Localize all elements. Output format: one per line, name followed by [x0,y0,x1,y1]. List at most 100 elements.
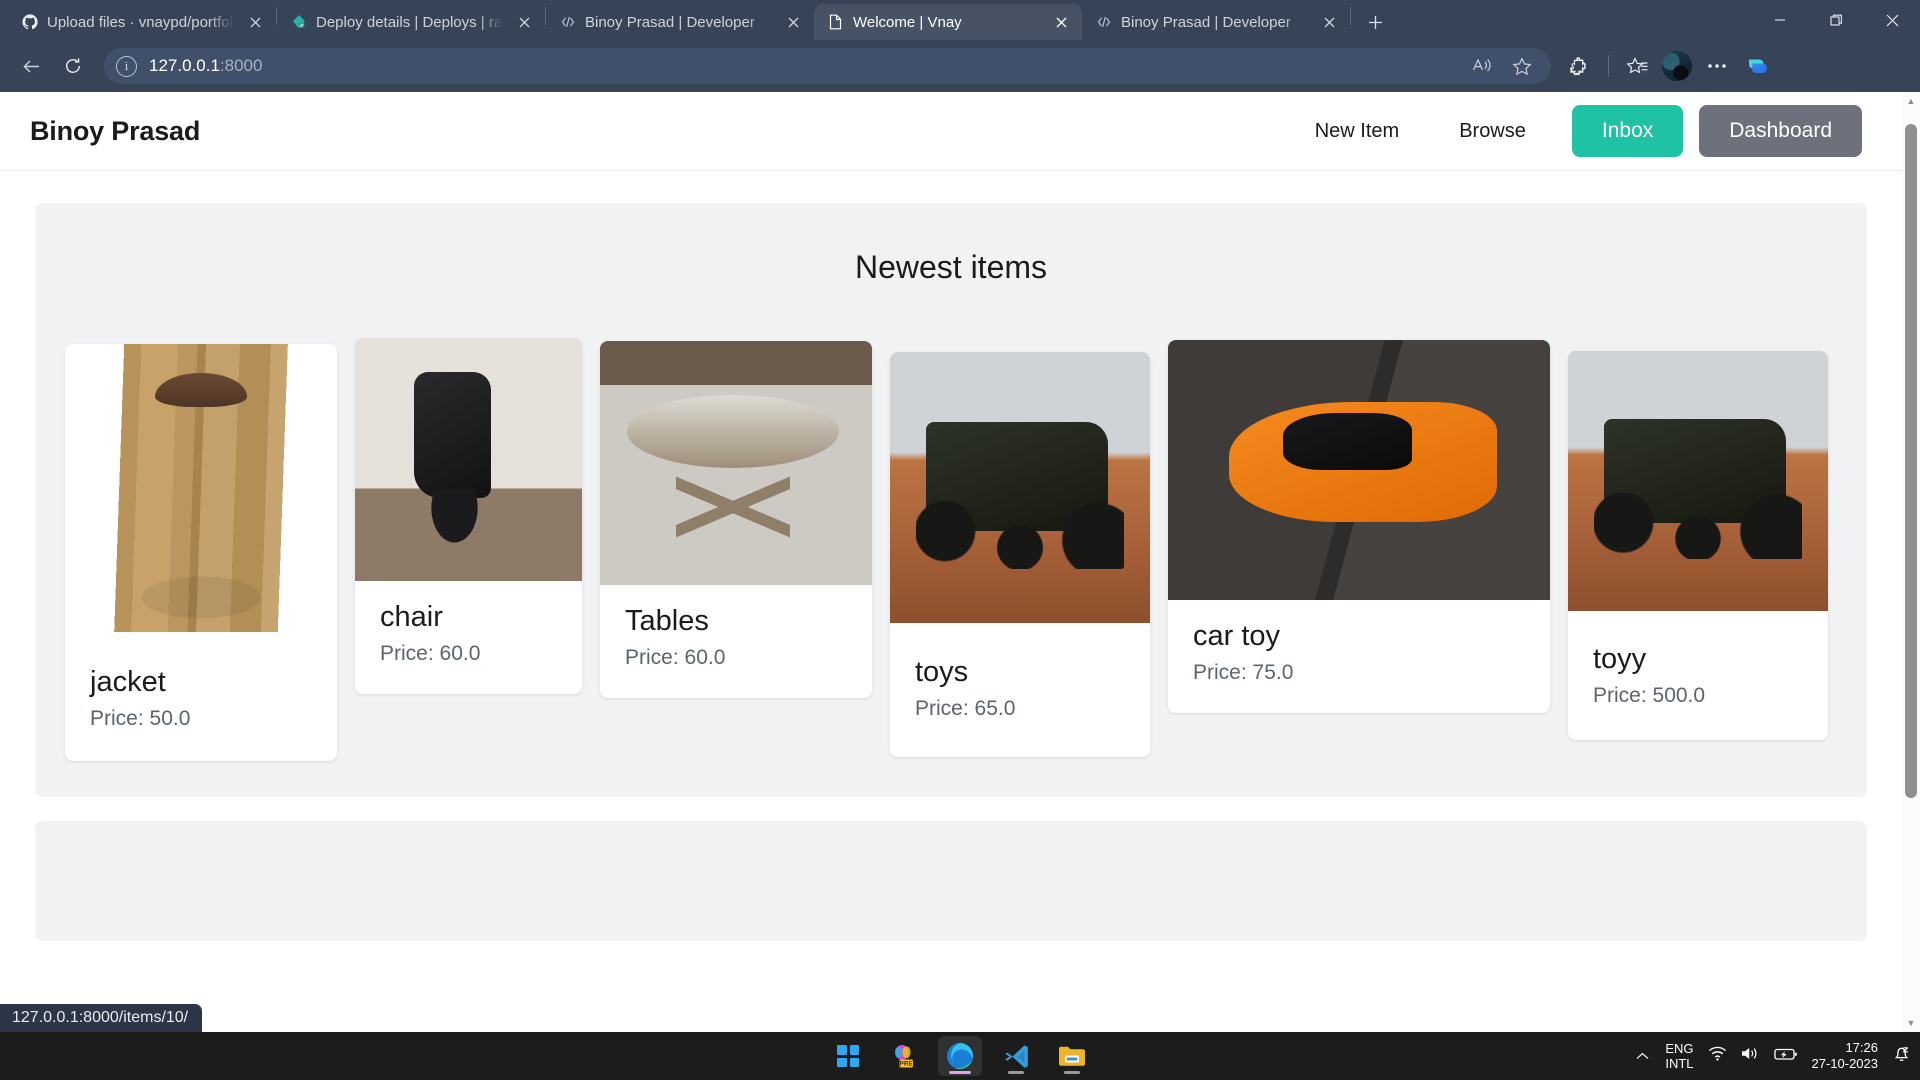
item-image-rc-buggy-photo [890,352,1150,623]
language-secondary: INTL [1665,1056,1694,1071]
edge-browser[interactable] [938,1036,982,1076]
item-name: chair [380,601,443,633]
item-card[interactable]: Tables Price: 60.0 [600,341,872,699]
nav-link-browse[interactable]: Browse [1429,120,1556,143]
scroll-down-arrow-icon[interactable]: ▼ [1902,1014,1920,1032]
item-card[interactable]: jacket Price: 50.0 [65,344,337,762]
url-text: 127.0.0.1:8000 [149,56,262,76]
item-card[interactable]: chair Price: 60.0 [355,338,582,695]
browser-tab-0[interactable]: Upload files · vnaypd/portfolio [8,4,276,40]
speaker-icon[interactable] [1741,1046,1760,1066]
item-image-rc-buggy-photo [1568,351,1828,611]
item-card[interactable]: toyy Price: 500.0 [1568,351,1828,741]
copilot-icon[interactable] [1738,47,1776,85]
scroll-up-arrow-icon[interactable]: ▲ [1902,92,1920,110]
categories-section [35,821,1867,942]
new-tab-button[interactable] [1357,7,1393,37]
item-image-office-chair-photo [355,338,582,581]
github-icon [21,14,38,31]
item-card[interactable]: toys Price: 65.0 [890,352,1150,758]
item-price: Price: 50.0 [90,707,191,731]
browser-tab-3[interactable]: Welcome | Vnay [814,4,1082,40]
page-scrollbar[interactable]: ▲ ▼ [1902,92,1920,1032]
toolbar-divider [1608,55,1609,77]
info-icon[interactable]: i [116,55,137,77]
office-app[interactable]: PRE [882,1036,926,1076]
clock-time: 17:26 [1845,1040,1878,1056]
item-price: Price: 60.0 [625,646,726,670]
language-indicator[interactable]: ENG INTL [1665,1041,1693,1072]
item-card-list: jacket Price: 50.0 chair Price: 60.0 Tab… [35,338,1867,762]
folder-icon [1059,1046,1085,1066]
tab-title: Upload files · vnaypd/portfolio [47,13,235,31]
close-icon[interactable] [782,11,804,33]
close-icon[interactable] [513,11,535,33]
clock[interactable]: 17:26 27-10-2023 [1812,1040,1879,1072]
back-arrow-icon[interactable] [12,47,50,85]
browser-tab-4[interactable]: Binoy Prasad | Developer [1082,4,1350,40]
close-icon[interactable] [1318,11,1340,33]
maximize-button[interactable] [1808,0,1864,40]
browser-toolbar: i 127.0.0.1:8000 [0,40,1920,92]
item-card-body: Tables Price: 60.0 [600,585,872,698]
item-card-body: jacket Price: 50.0 [65,632,337,761]
code-icon [559,14,576,31]
windows-taskbar: PRE ENG INTL 17:26 27-10-2023 [0,1032,1920,1080]
toolbar-actions [1561,47,1776,85]
tab-strip: Upload files · vnaypd/portfolio Deploy d… [0,0,1920,40]
inbox-button[interactable]: Inbox [1571,105,1684,157]
vs-code[interactable] [994,1036,1038,1076]
item-card-body: toys Price: 65.0 [890,623,1150,757]
item-image-jacket-photo [65,344,337,632]
url-port: :8000 [219,56,263,75]
file-explorer[interactable] [1050,1036,1094,1076]
close-icon[interactable] [244,11,266,33]
item-image-round-table-photo [600,341,872,585]
scrollbar-thumb[interactable] [1905,124,1917,798]
reload-icon[interactable] [54,47,92,85]
link-status-bubble: 127.0.0.1:8000/items/10/ [0,1004,203,1032]
item-name: toyy [1593,643,1647,675]
taskbar-apps: PRE [826,1032,1094,1080]
close-button[interactable] [1864,0,1920,40]
extensions-icon[interactable] [1561,47,1599,85]
page-viewport: Binoy Prasad New Item Browse Inbox Dashb… [0,92,1920,1032]
nav-link-new-item[interactable]: New Item [1285,120,1429,143]
avatar[interactable] [1658,47,1696,85]
tab-title: Deploy details | Deploys | rad-cri [316,13,504,31]
clock-date: 27-10-2023 [1811,1056,1879,1071]
battery-charging-icon[interactable] [1773,1047,1798,1066]
site-brand[interactable]: Binoy Prasad [30,116,200,147]
read-aloud-icon[interactable] [1463,47,1501,85]
wifi-icon[interactable] [1708,1046,1727,1066]
item-price: Price: 500.0 [1593,684,1706,708]
window-controls [1752,0,1920,40]
item-name: toys [915,656,969,688]
item-card-body: chair Price: 60.0 [355,581,582,694]
browser-window: Upload files · vnaypd/portfolio Deploy d… [0,0,1920,1032]
minimize-button[interactable] [1752,0,1808,40]
collections-icon[interactable] [1618,47,1656,85]
address-bar-actions [1463,47,1541,85]
item-card[interactable]: car toy Price: 75.0 [1168,340,1550,714]
star-icon[interactable] [1503,47,1541,85]
item-card-body: car toy Price: 75.0 [1168,600,1550,713]
svg-text:PRE: PRE [900,1061,914,1068]
browser-tab-1[interactable]: Deploy details | Deploys | rad-cri [277,4,545,40]
dashboard-button[interactable]: Dashboard [1699,105,1862,157]
url-host: 127.0.0.1 [149,56,220,75]
item-name: car toy [1193,620,1281,652]
item-image-orange-sports-car-photo [1168,340,1550,600]
netlify-icon [290,14,307,31]
system-tray: ENG INTL 17:26 27-10-2023 [1634,1032,1912,1080]
more-options-icon[interactable] [1698,47,1736,85]
tab-divider [1350,6,1351,25]
item-price: Price: 65.0 [915,697,1016,721]
address-bar[interactable]: i 127.0.0.1:8000 [104,48,1551,84]
start-button[interactable] [826,1036,870,1076]
close-icon[interactable] [1050,11,1072,33]
chevron-up-icon[interactable] [1634,1049,1651,1064]
notification-bell-silent-icon[interactable] [1892,1045,1912,1068]
browser-tab-2[interactable]: Binoy Prasad | Developer [546,4,814,40]
code-icon [1095,14,1112,31]
